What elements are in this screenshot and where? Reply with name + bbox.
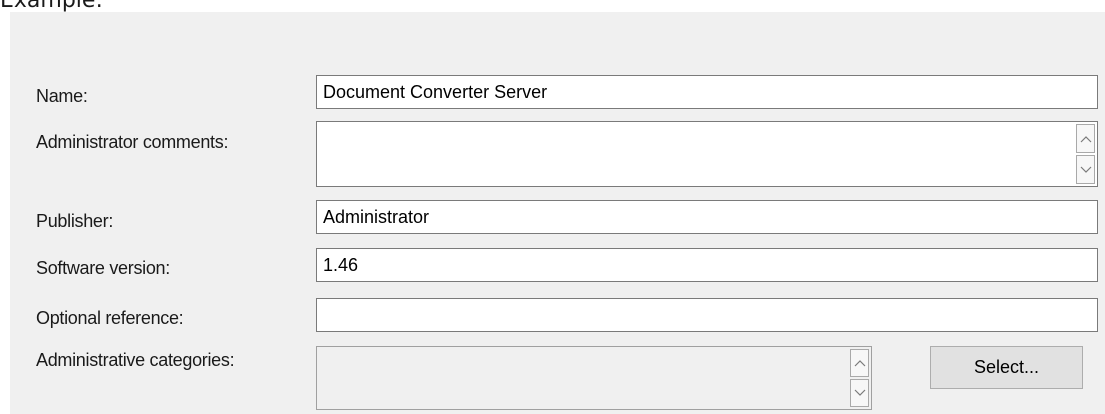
administrator-comments-label: Administrator comments:	[36, 132, 229, 152]
chevron-down-icon[interactable]	[850, 379, 869, 407]
administrator-comments-field[interactable]	[316, 121, 1098, 187]
optional-reference-field[interactable]	[316, 298, 1098, 332]
chevron-up-icon[interactable]	[1076, 124, 1095, 153]
comments-scrollbar[interactable]	[1076, 124, 1095, 184]
chevron-down-icon[interactable]	[1076, 155, 1095, 184]
publisher-label: Publisher:	[36, 211, 114, 231]
select-button[interactable]: Select...	[930, 346, 1083, 389]
software-version-field[interactable]: 1.46	[316, 248, 1098, 282]
software-version-label: Software version:	[36, 258, 170, 278]
categories-scrollbar[interactable]	[850, 349, 869, 407]
chevron-up-icon[interactable]	[850, 349, 869, 377]
name-field[interactable]: Document Converter Server	[316, 75, 1098, 109]
administrative-categories-list[interactable]	[316, 346, 872, 410]
administrative-categories-label: Administrative categories:	[36, 350, 235, 370]
name-label: Name:	[36, 86, 88, 106]
optional-reference-label: Optional reference:	[36, 308, 184, 328]
publisher-field[interactable]: Administrator	[316, 200, 1098, 234]
